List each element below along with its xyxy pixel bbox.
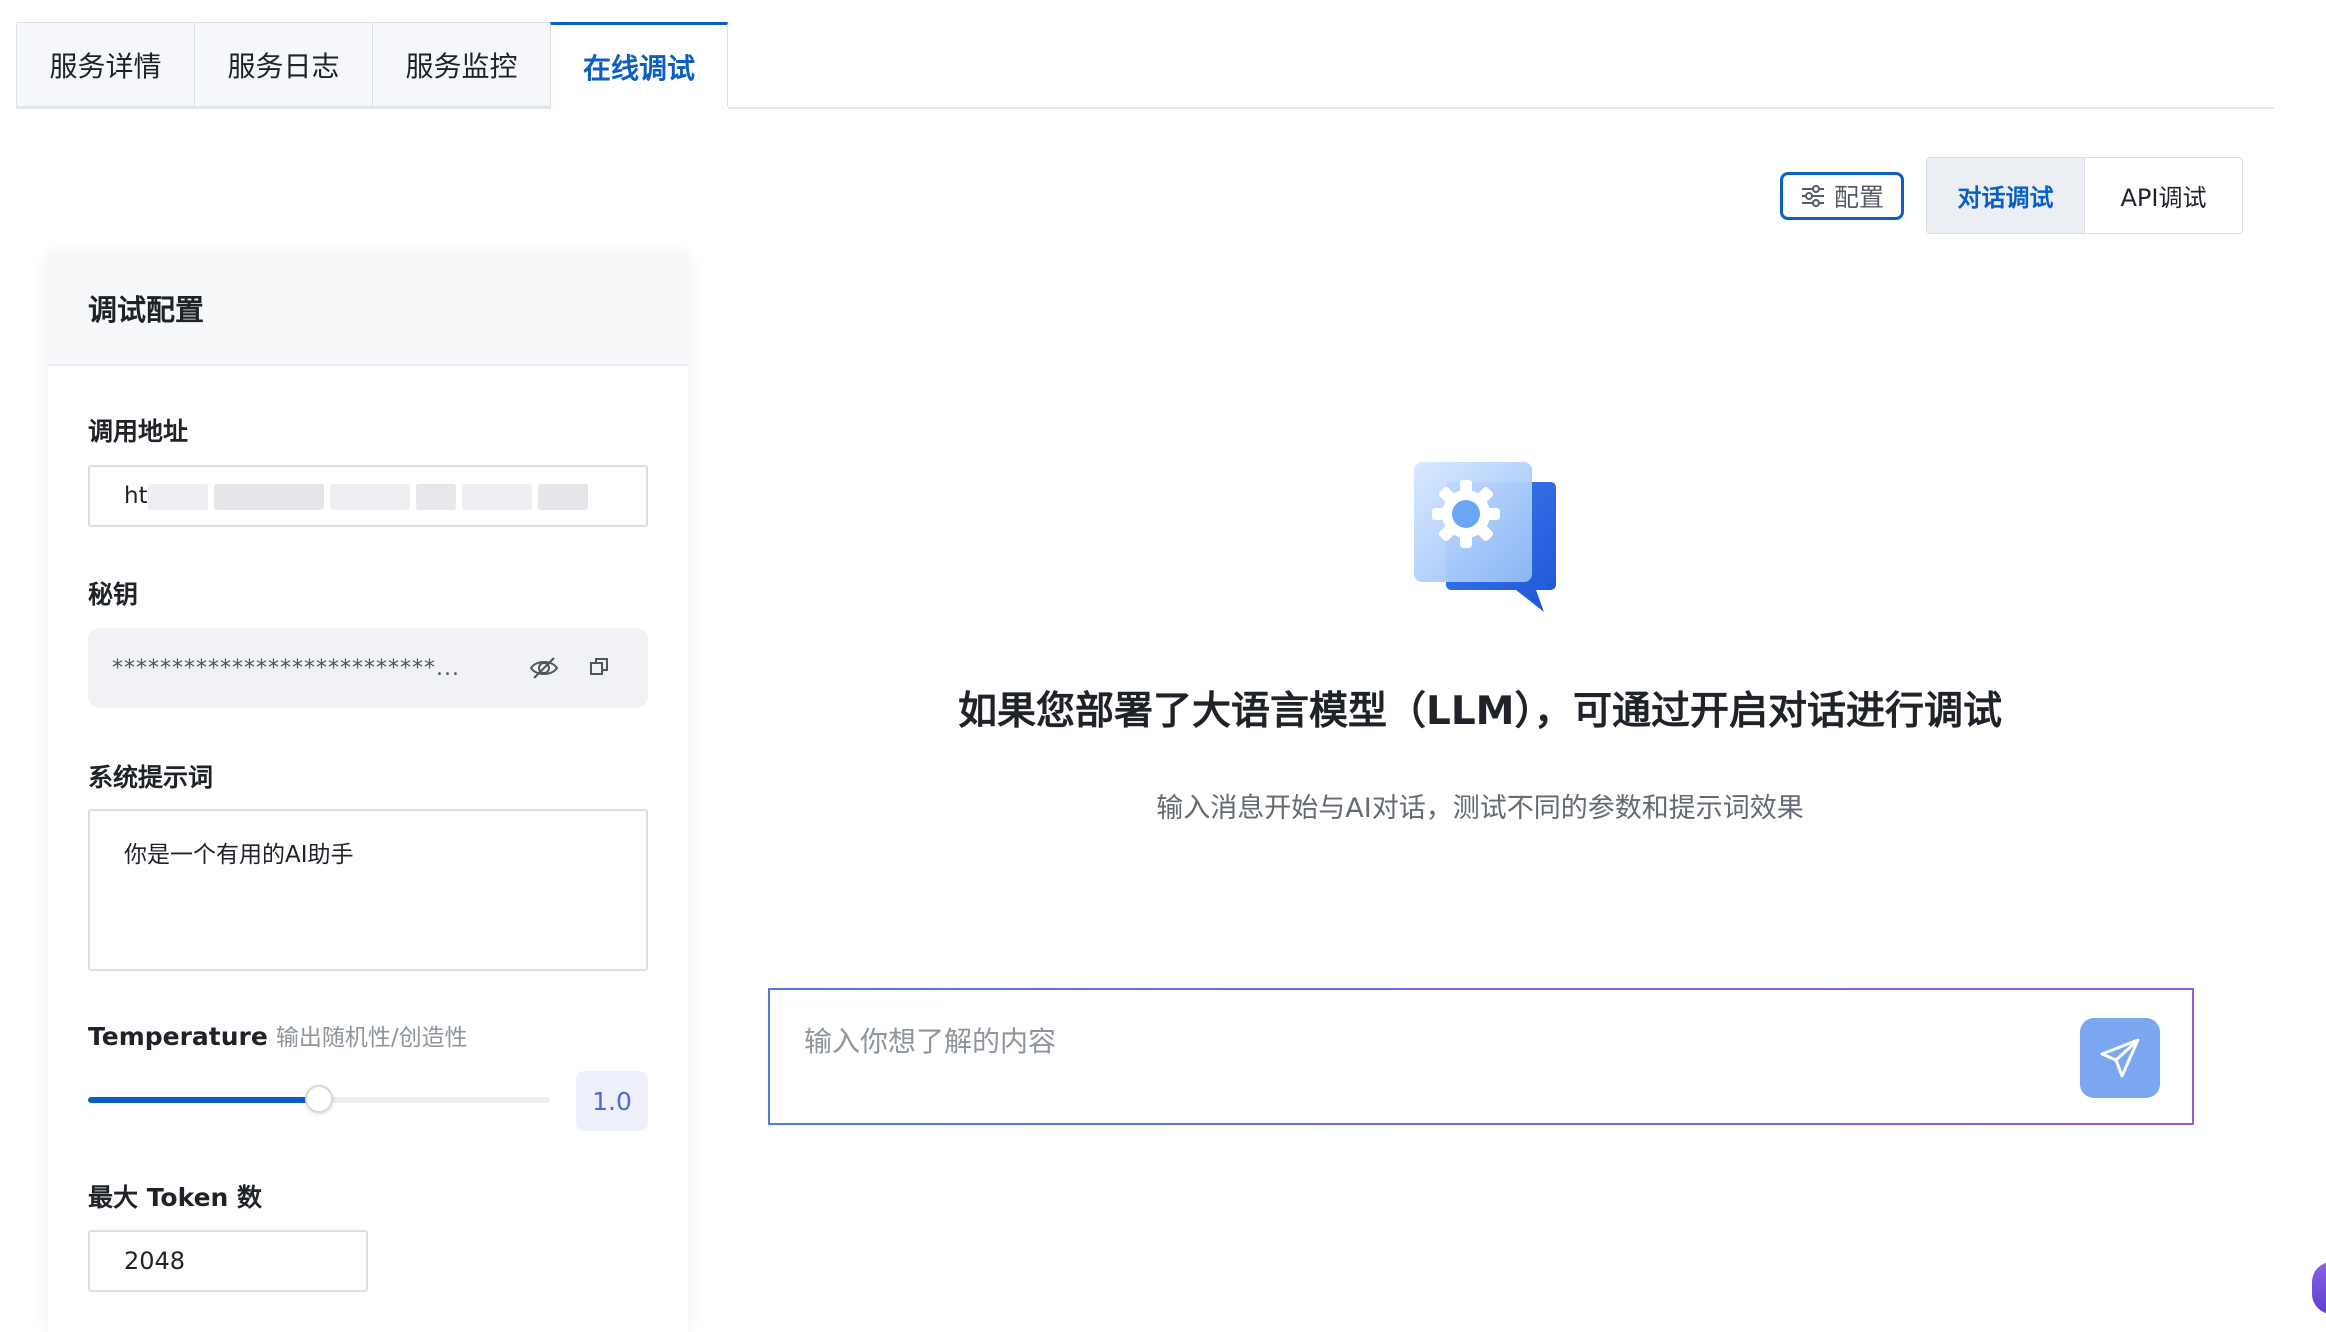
api-debug-button[interactable]: API调试 bbox=[2085, 158, 2242, 233]
max-tokens-value: 2048 bbox=[124, 1247, 186, 1275]
chat-input-placeholder: 输入你想了解的内容 bbox=[804, 1025, 1057, 1058]
secret-value: ***************************... bbox=[112, 655, 460, 681]
temperature-label-text: Temperature bbox=[88, 1022, 268, 1051]
system-prompt-value: 你是一个有用的AI助手 bbox=[124, 842, 354, 868]
chat-input-box[interactable]: 输入你想了解的内容 bbox=[768, 988, 2194, 1125]
tab-online-debug[interactable]: 在线调试 bbox=[550, 22, 728, 109]
max-tokens-label: 最大 Token 数 bbox=[88, 1183, 263, 1212]
max-tokens-input[interactable]: 2048 bbox=[88, 1230, 368, 1292]
assistant-avatar[interactable] bbox=[2312, 1262, 2326, 1314]
temperature-label: Temperature 输出随机性/创造性 bbox=[88, 1018, 468, 1052]
sliders-icon bbox=[1801, 185, 1824, 207]
config-button-label: 配置 bbox=[1833, 183, 1884, 212]
url-value: ht bbox=[124, 483, 148, 509]
tab-service-monitoring[interactable]: 服务监控 bbox=[372, 22, 550, 107]
empty-state-subtitle: 输入消息开始与AI对话，测试不同的参数和提示词效果 bbox=[1156, 793, 1804, 824]
temperature-slider-fill bbox=[88, 1097, 319, 1103]
temperature-slider-thumb[interactable] bbox=[305, 1085, 333, 1113]
url-redacted-blur bbox=[148, 477, 618, 517]
tab-service-logs[interactable]: 服务日志 bbox=[194, 22, 372, 107]
secret-label: 秘钥 bbox=[88, 580, 139, 609]
secret-field: ***************************... bbox=[88, 628, 648, 708]
url-label: 调用地址 bbox=[88, 417, 189, 446]
empty-state-title: 如果您部署了大语言模型（LLM），可通过开启对话进行调试 bbox=[957, 689, 2002, 734]
chat-debug-button[interactable]: 对话调试 bbox=[1927, 158, 2085, 233]
system-prompt-label: 系统提示词 bbox=[88, 763, 214, 792]
tab-service-details[interactable]: 服务详情 bbox=[16, 22, 194, 107]
send-icon bbox=[2100, 1038, 2140, 1078]
url-input[interactable]: ht bbox=[88, 465, 648, 527]
tab-divider bbox=[16, 107, 2274, 109]
panel-title: 调试配置 bbox=[48, 252, 688, 366]
debug-mode-switch: 对话调试 API调试 bbox=[1926, 157, 2243, 234]
debug-config-panel: 调试配置 调用地址 ht 秘钥 ************************… bbox=[48, 252, 688, 1332]
temperature-value[interactable]: 1.0 bbox=[576, 1071, 648, 1131]
temperature-hint: 输出随机性/创造性 bbox=[275, 1025, 468, 1051]
tab-bar: 服务详情 服务日志 服务监控 在线调试 bbox=[16, 22, 728, 109]
copy-icon[interactable] bbox=[588, 656, 610, 678]
system-prompt-input[interactable]: 你是一个有用的AI助手 bbox=[88, 809, 648, 971]
chat-settings-icon bbox=[1414, 462, 1556, 612]
config-button[interactable]: 配置 bbox=[1780, 172, 1904, 220]
active-tab-gap bbox=[551, 106, 728, 110]
eye-off-icon[interactable] bbox=[528, 652, 560, 684]
send-button[interactable] bbox=[2080, 1018, 2160, 1098]
